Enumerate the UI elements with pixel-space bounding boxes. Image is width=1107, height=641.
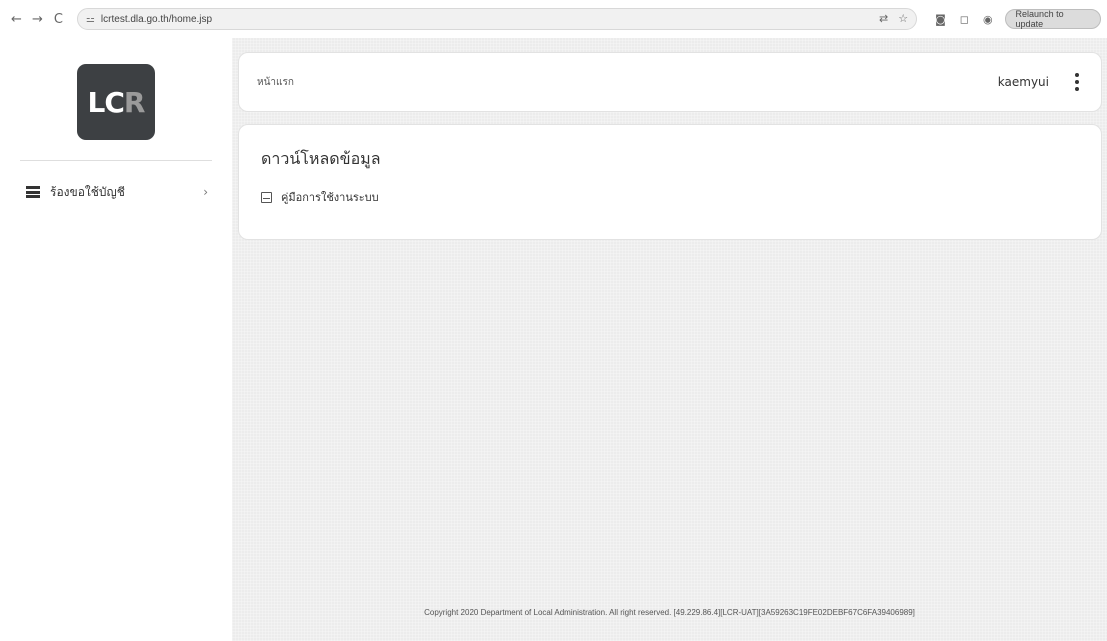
relaunch-button[interactable]: Relaunch to update <box>1004 9 1101 29</box>
browser-toolbar: ← → C ⚍ lcrtest.dla.go.th/home.jsp ⇄ ☆ ◙… <box>0 0 1107 38</box>
user-manual-link[interactable]: คู่มือการใช้งานระบบ <box>261 188 1079 206</box>
main-content: หน้าแรก kaemyui ดาวน์โหลดข้อมูล คู่มือกา… <box>232 38 1107 641</box>
url-text[interactable]: lcrtest.dla.go.th/home.jsp <box>101 14 212 25</box>
breadcrumb[interactable]: หน้าแรก <box>257 75 998 90</box>
extensions-icon[interactable]: ◻ <box>960 13 969 26</box>
document-icon <box>261 191 272 203</box>
top-header: หน้าแรก kaemyui <box>238 52 1102 112</box>
username: kaemyui <box>997 75 1049 89</box>
sidebar-item-label: ร้องขอใช้บัญชี <box>50 184 125 199</box>
site-info-icon[interactable]: ⚍ <box>86 14 95 25</box>
sidebar-item-request-account[interactable]: ร้องขอใช้บัญชี › <box>26 180 216 204</box>
sidebar-divider <box>20 160 212 161</box>
more-options-icon[interactable] <box>1071 71 1083 93</box>
camera-icon[interactable]: ◙ <box>935 13 946 26</box>
app-logo[interactable]: LCR <box>77 64 155 140</box>
translate-icon[interactable]: ⇄ <box>879 12 888 25</box>
reload-icon[interactable]: C <box>48 12 69 27</box>
bookmark-star-icon[interactable]: ☆ <box>898 12 908 25</box>
logo-text: LCR <box>87 85 146 119</box>
list-icon <box>26 186 40 198</box>
user-manual-label: คู่มือการใช้งานระบบ <box>281 191 379 204</box>
forward-arrow-icon[interactable]: → <box>27 12 48 27</box>
address-bar[interactable]: ⚍ lcrtest.dla.go.th/home.jsp ⇄ ☆ <box>76 8 918 30</box>
sidebar: LCR ร้องขอใช้บัญชี › <box>0 38 232 641</box>
profile-icon[interactable]: ◉ <box>983 13 993 26</box>
card-title: ดาวน์โหลดข้อมูล <box>261 149 381 168</box>
back-arrow-icon[interactable]: ← <box>6 12 27 27</box>
download-card: ดาวน์โหลดข้อมูล คู่มือการใช้งานระบบ <box>238 124 1102 240</box>
footer-copyright: Copyright 2020 Department of Local Admin… <box>424 608 915 617</box>
chevron-right-icon: › <box>203 185 208 199</box>
